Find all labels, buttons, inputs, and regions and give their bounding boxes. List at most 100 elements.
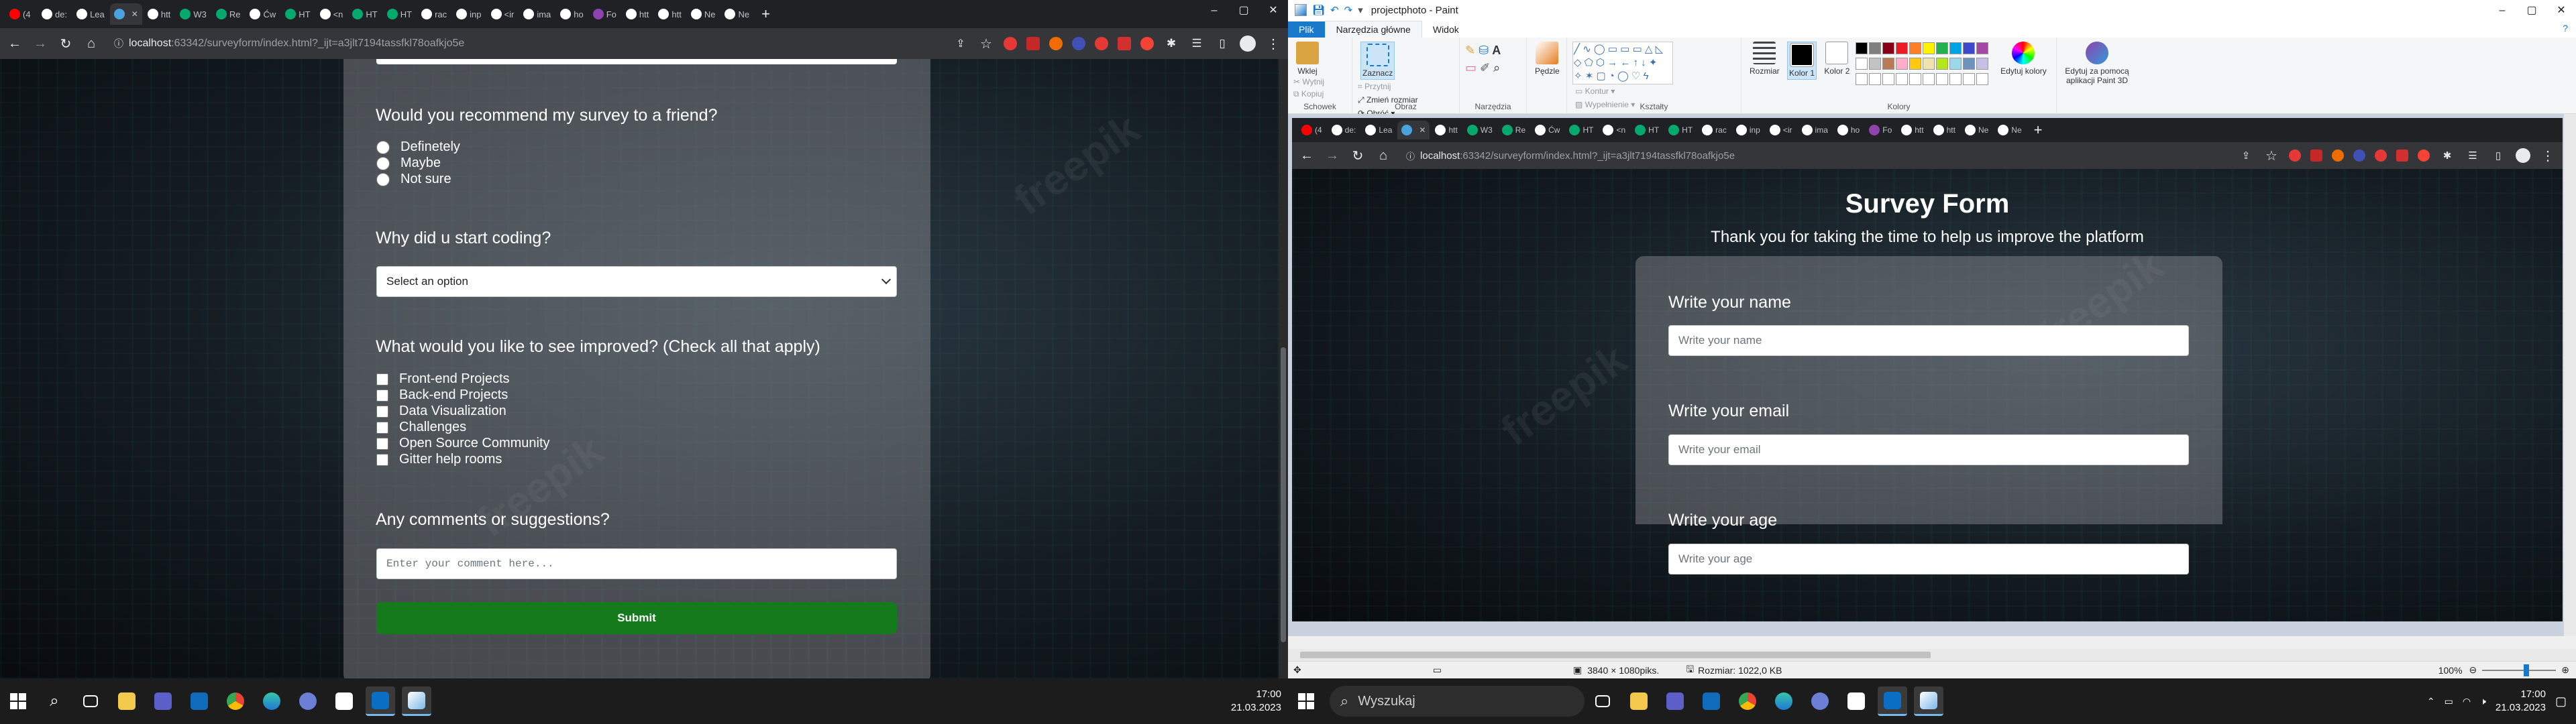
network-icon[interactable]: ▭: [2445, 696, 2453, 707]
select-button[interactable]: Zaznacz: [1360, 42, 1395, 80]
palette-swatch[interactable]: [1855, 42, 1868, 54]
taskbar-app[interactable]: [1769, 686, 1799, 716]
browser-tab[interactable]: W3: [176, 3, 211, 25]
quick-access-dropdown-icon[interactable]: ▾: [1358, 4, 1363, 16]
comments-textarea[interactable]: Enter your comment here...: [376, 548, 897, 579]
task-view-button[interactable]: [1588, 686, 1617, 716]
taskbar-app[interactable]: [1660, 686, 1690, 716]
taskbar-app[interactable]: [184, 686, 214, 716]
palette-swatch-empty[interactable]: [1855, 73, 1868, 85]
checkbox[interactable]: [376, 389, 388, 402]
radio-option[interactable]: Not sure: [376, 172, 451, 187]
tab-file[interactable]: Plik: [1288, 21, 1325, 38]
extension-icon[interactable]: [1072, 37, 1085, 50]
forward-icon[interactable]: →: [32, 36, 48, 52]
taskbar-app[interactable]: [1805, 686, 1835, 716]
palette-swatch[interactable]: [1922, 42, 1935, 54]
brushes-button[interactable]: Pędzle: [1535, 42, 1560, 76]
palette-swatch-empty[interactable]: [1909, 73, 1921, 85]
tray-overflow-icon[interactable]: ⌃: [2427, 696, 2435, 707]
checkbox[interactable]: [376, 453, 388, 466]
notification-icon[interactable]: ▢: [2555, 695, 2567, 709]
taskbar-app[interactable]: [1878, 686, 1907, 716]
side-panel-icon[interactable]: ▯: [1214, 37, 1230, 50]
palette-swatch-empty[interactable]: [1935, 73, 1948, 85]
color1-button[interactable]: Kolor 1: [1787, 42, 1817, 80]
extension-icon[interactable]: [1140, 37, 1154, 50]
browser-tab[interactable]: (4: [5, 3, 36, 25]
browser-tab[interactable]: Ćw: [246, 3, 280, 25]
browser-tab[interactable]: HT: [281, 3, 314, 25]
taskbar-app[interactable]: [148, 686, 178, 716]
palette-swatch[interactable]: [1909, 58, 1921, 70]
new-tab-icon[interactable]: +: [755, 5, 777, 23]
checkbox[interactable]: [376, 373, 388, 385]
palette-swatch-empty[interactable]: [1922, 73, 1935, 85]
browser-tab[interactable]: htt: [622, 3, 653, 25]
palette-swatch[interactable]: [1922, 58, 1935, 70]
palette-swatch[interactable]: [1976, 58, 1988, 70]
zoom-slider[interactable]: [2482, 664, 2557, 676]
palette-swatch[interactable]: [1949, 58, 1962, 70]
copy-button[interactable]: ⧉ Kopiuj: [1293, 88, 1324, 100]
browser-tab[interactable]: ho: [556, 3, 587, 25]
checkbox-option[interactable]: Front-end Projects: [376, 371, 510, 387]
shapes-gallery[interactable]: ╱ ∿ ◯ ▭ ▭ ▭ △ ◺ ◇ ⬠ ⬡ → ← ↑ ↓ ✦ ✧ ✶ ▢ ◔ ◯ …: [1572, 42, 1673, 84]
checkbox[interactable]: [376, 421, 388, 434]
tab-home[interactable]: Narzędzia główne: [1324, 21, 1422, 38]
extension-icon[interactable]: [1004, 37, 1017, 50]
scrollbar-thumb[interactable]: [1281, 347, 1286, 642]
search-button[interactable]: ⌕: [40, 686, 69, 716]
extension-icon[interactable]: [1026, 37, 1040, 50]
zoom-in-icon[interactable]: ⊕: [2561, 664, 2569, 676]
palette-swatch[interactable]: [1949, 42, 1962, 54]
canvas-horizontal-scrollbar[interactable]: [1288, 649, 2576, 661]
extension-icon[interactable]: [1118, 37, 1131, 50]
radio-button[interactable]: [376, 156, 390, 170]
paste-button[interactable]: Wklej: [1296, 42, 1319, 76]
tab-view[interactable]: Widok: [1422, 21, 1470, 38]
palette-swatch[interactable]: [1976, 42, 1988, 54]
palette-swatch[interactable]: [1855, 58, 1868, 70]
taskbar-app[interactable]: [1841, 686, 1871, 716]
taskbar-app[interactable]: [1733, 686, 1762, 716]
edit-colors-button[interactable]: Edytuj kolory: [2000, 42, 2047, 76]
checkbox-option[interactable]: Challenges: [376, 420, 466, 435]
browser-tab[interactable]: de:: [38, 3, 71, 25]
extension-icon[interactable]: [1049, 37, 1063, 50]
paint-canvas-area[interactable]: (4 de: Lea ✕ htt W3 Re Ćw HT <n HT HT rac inp <ir ima ho…: [1288, 114, 2576, 636]
site-info-icon[interactable]: ⓘ: [114, 37, 123, 50]
clock[interactable]: 17:00 21.03.2023: [1231, 688, 1281, 715]
close-icon[interactable]: ✕: [1258, 0, 1288, 21]
checkbox-option[interactable]: Open Source Community: [376, 436, 550, 451]
magnifier-icon[interactable]: ⌕: [1493, 61, 1500, 74]
task-view-button[interactable]: [76, 686, 105, 716]
browser-tab[interactable]: HT: [383, 3, 416, 25]
home-icon[interactable]: ⌂: [83, 36, 99, 52]
checkbox-option[interactable]: Back-end Projects: [376, 387, 508, 403]
taskbar-app[interactable]: [366, 686, 395, 716]
pencil-icon[interactable]: ✎: [1465, 44, 1475, 57]
tab-close-icon[interactable]: ✕: [131, 9, 138, 19]
checkbox-option[interactable]: Gitter help rooms: [376, 452, 502, 467]
taskbar-app[interactable]: [1914, 686, 1943, 716]
reload-icon[interactable]: ↻: [58, 36, 74, 52]
browser-tab[interactable]: ima: [519, 3, 555, 25]
undo-icon[interactable]: ↶: [1330, 4, 1339, 16]
size-button[interactable]: Rozmiar: [1750, 42, 1780, 76]
text-icon[interactable]: A: [1492, 44, 1501, 57]
taskbar-search[interactable]: ⌕ Wyszukaj: [1330, 686, 1585, 717]
color2-button[interactable]: Kolor 2: [1824, 42, 1849, 76]
palette-swatch[interactable]: [1909, 42, 1921, 54]
taskbar-app[interactable]: [402, 686, 431, 716]
submit-button[interactable]: Submit: [376, 602, 897, 634]
palette-swatch[interactable]: [1935, 42, 1948, 54]
outline-button[interactable]: ▭ Kontur ▾: [1575, 84, 1635, 98]
radio-option[interactable]: Maybe: [376, 156, 441, 171]
why-coding-select[interactable]: Select an option: [376, 266, 897, 297]
browser-tab[interactable]: Lea: [72, 3, 109, 25]
puzzle-extensions-icon[interactable]: ✱: [1163, 37, 1179, 50]
palette-swatch[interactable]: [1868, 42, 1881, 54]
browser-tab[interactable]: rac: [417, 3, 451, 25]
radio-button[interactable]: [376, 172, 390, 186]
